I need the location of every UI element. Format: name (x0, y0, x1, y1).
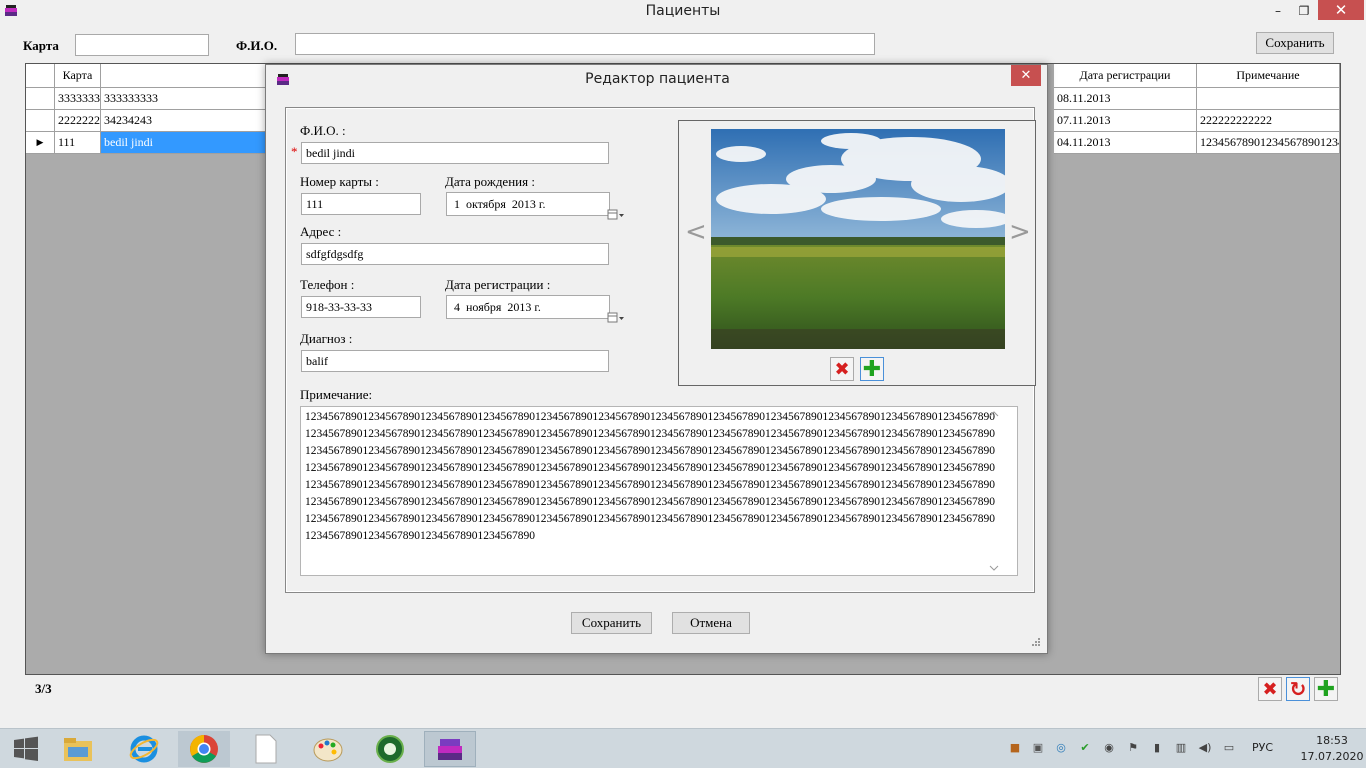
fio-filter-input[interactable] (295, 33, 875, 55)
table-cell-card[interactable]: 111 (55, 132, 101, 154)
file-explorer-icon[interactable] (52, 731, 104, 767)
phone-label: Телефон : (300, 277, 355, 292)
green-plus-icon: ✚ (862, 356, 882, 382)
column-header-note[interactable]: Примечание (1197, 64, 1340, 88)
patient-editor-dialog: Редактор пациента ✕ Ф.И.О. : * bedil jin… (265, 64, 1048, 654)
clock-date[interactable]: 17.07.2020 (1300, 750, 1364, 763)
diagnosis-input[interactable]: balif (301, 350, 609, 372)
note-label: Примечание: (300, 387, 373, 402)
birth-date-picker[interactable]: 1 октября 2013 г. (446, 192, 624, 220)
record-counter: 3/3 (35, 681, 52, 696)
fio-filter-label: Ф.И.О. (236, 38, 278, 53)
reg-date-label: Дата регистрации : (445, 277, 551, 292)
save-filter-button[interactable]: Сохранить (1256, 32, 1334, 54)
paint-icon[interactable] (302, 731, 354, 767)
phone-input[interactable]: 918-33-33-33 (301, 296, 421, 318)
note-textarea[interactable]: 1234567890123456789012345678901234567890… (300, 406, 1018, 576)
dialog-cancel-button[interactable]: Отмена (672, 612, 750, 634)
fio-input[interactable]: bedil jindi (301, 142, 609, 164)
column-header-card[interactable]: Карта (55, 64, 101, 88)
refresh-icon: ↻ (1289, 677, 1307, 701)
fio-label: Ф.И.О. : (300, 123, 346, 138)
note-scrollbar[interactable] (986, 408, 1002, 574)
table-cell-reg-date[interactable]: 07.11.2013 (1054, 110, 1197, 132)
minimize-button[interactable]: – (1266, 0, 1290, 22)
notepad-icon[interactable] (240, 731, 292, 767)
resize-grip-icon[interactable] (1030, 635, 1040, 646)
tray-app-icon[interactable]: ■ (1008, 741, 1022, 755)
diagnosis-label: Диагноз : (300, 331, 353, 346)
chrome-icon[interactable] (178, 731, 230, 767)
add-photo-button[interactable]: ✚ (860, 356, 884, 382)
language-indicator[interactable]: РУС (1252, 741, 1273, 754)
dialog-close-button[interactable]: ✕ (1011, 65, 1041, 86)
required-mark: * (291, 144, 298, 159)
green-plus-icon: ✚ (1316, 676, 1336, 702)
photo-next-button[interactable]: > (1009, 217, 1031, 247)
table-cell-card[interactable]: 2222222 (55, 110, 101, 132)
card-number-input[interactable]: 111 (301, 193, 421, 215)
table-cell-reg-date[interactable]: 04.11.2013 (1054, 132, 1197, 154)
reg-date-value: 4 ноября 2013 г. (454, 299, 541, 314)
card-filter-input[interactable] (75, 34, 209, 56)
tray-windows-icon[interactable]: ▣ (1031, 741, 1045, 755)
keyboard-icon[interactable]: ▭ (1222, 741, 1236, 755)
address-label: Адрес : (300, 224, 342, 239)
tray-device-icon[interactable]: ▮ (1150, 741, 1164, 755)
address-input[interactable]: sdfgfdgsdfg (301, 243, 609, 265)
photo-panel: < > ✖ ✚ (678, 120, 1036, 386)
close-button[interactable]: ✕ (1318, 0, 1364, 20)
row-header[interactable] (26, 110, 55, 132)
column-header-reg-date[interactable]: Дата регистрации (1054, 64, 1197, 88)
birth-date-label: Дата рождения : (445, 174, 535, 189)
tray-globe-icon[interactable]: ◉ (1102, 741, 1116, 755)
dialog-save-button[interactable]: Сохранить (571, 612, 652, 634)
table-cell-reg-date[interactable]: 08.11.2013 (1054, 88, 1197, 110)
table-cell-note[interactable]: 1234567890123456789012345 (1197, 132, 1340, 154)
photo-prev-button[interactable]: < (685, 217, 707, 247)
dialog-title: Редактор пациента (585, 71, 730, 87)
delete-record-button[interactable]: ✖ (1258, 677, 1282, 701)
clock-time[interactable]: 18:53 (1300, 734, 1364, 747)
calendar-dropdown-icon[interactable] (587, 300, 624, 323)
tray-check-icon[interactable]: ✔ (1078, 741, 1092, 755)
start-button[interactable] (0, 731, 52, 767)
add-record-button[interactable]: ✚ (1314, 676, 1338, 702)
refresh-button[interactable]: ↻ (1286, 677, 1310, 701)
card-number-label: Номер карты : (300, 174, 379, 189)
volume-icon[interactable]: ◀) (1198, 741, 1212, 755)
table-cell-card[interactable]: 3333333 (55, 88, 101, 110)
patient-photo (711, 129, 1005, 349)
calendar-dropdown-icon[interactable] (587, 197, 624, 220)
red-x-icon: ✖ (1262, 678, 1278, 700)
reg-date-picker[interactable]: 4 ноября 2013 г. (446, 295, 624, 323)
tray-security-icon[interactable]: ◎ (1054, 741, 1068, 755)
internet-explorer-icon[interactable] (118, 731, 170, 767)
maximize-button[interactable]: ❐ (1292, 0, 1316, 22)
patient-form-group: Ф.И.О. : * bedil jindi Номер карты : 111… (285, 107, 1036, 593)
table-cell-note[interactable]: 222222222222 (1197, 110, 1340, 132)
remove-photo-button[interactable]: ✖ (830, 357, 854, 381)
birth-date-value: 1 октября 2013 г. (454, 196, 546, 211)
action-center-flag-icon[interactable]: ⚑ (1126, 741, 1140, 755)
media-center-icon[interactable] (364, 731, 416, 767)
window-title: Пациенты (645, 3, 721, 19)
current-row-marker[interactable]: ▶ (26, 132, 55, 154)
row-header[interactable] (26, 88, 55, 110)
network-icon[interactable]: ▥ (1174, 741, 1188, 755)
taskbar: ■ ▣ ◎ ✔ ◉ ⚑ ▮ ▥ ◀) ▭ РУС 18:53 17.07.202… (0, 728, 1366, 768)
red-x-icon: ✖ (834, 358, 850, 380)
table-cell-note[interactable] (1197, 88, 1340, 110)
card-filter-label: Карта (23, 38, 59, 53)
row-header-corner (26, 64, 55, 88)
window-titlebar: Пациенты – ❐ ✕ (0, 0, 1366, 24)
books-app-icon[interactable] (424, 731, 476, 767)
